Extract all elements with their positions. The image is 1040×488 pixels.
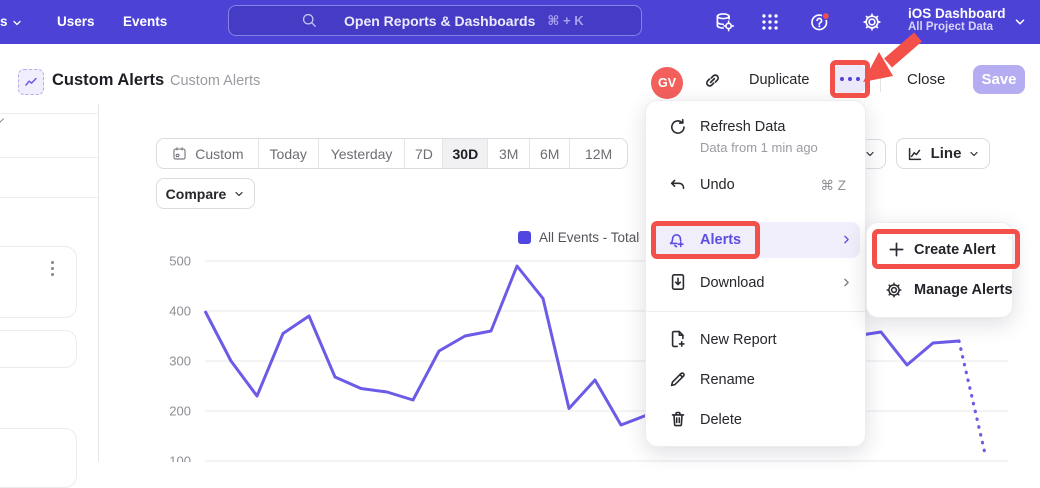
chevron-down-icon xyxy=(1013,15,1027,29)
nav-item-events[interactable]: Events xyxy=(123,0,167,44)
chevron-right-icon xyxy=(840,276,853,289)
menu-item-rename[interactable]: Rename xyxy=(700,372,755,388)
collapse-chevron-icon[interactable] xyxy=(0,116,9,130)
sidebar-separator xyxy=(0,197,98,198)
project-switcher[interactable]: iOS Dashboard All Project Data xyxy=(908,6,1008,34)
menu-item-refresh-data[interactable]: Refresh Data xyxy=(700,119,785,135)
date-range-option[interactable]: 12M xyxy=(570,139,627,168)
chevron-right-icon xyxy=(840,233,853,246)
menu-item-new-report[interactable]: New Report xyxy=(700,332,777,348)
date-range-option[interactable]: 7D xyxy=(405,139,443,168)
menu-item-download[interactable]: Download xyxy=(700,275,765,291)
close-button[interactable]: Close xyxy=(907,71,945,88)
duplicate-button[interactable]: Duplicate xyxy=(749,72,809,88)
search-shortcut: ⌘ + K xyxy=(547,13,583,29)
divider xyxy=(880,68,881,92)
line-chart-icon xyxy=(906,145,924,163)
project-name: iOS Dashboard xyxy=(908,6,1008,21)
search-icon xyxy=(301,12,318,29)
sidebar-card[interactable] xyxy=(0,428,77,488)
settings-gear-icon[interactable] xyxy=(861,11,883,33)
sidebar-card[interactable] xyxy=(0,246,77,318)
rename-pencil-icon xyxy=(668,369,688,389)
apps-grid-icon[interactable] xyxy=(759,11,781,33)
gear-icon xyxy=(884,280,904,300)
chart-legend[interactable]: All Events - Total xyxy=(518,230,639,245)
delete-trash-icon xyxy=(668,409,688,429)
search-placeholder: Open Reports & Dashboards xyxy=(344,13,535,29)
chevron-down-icon xyxy=(11,17,23,29)
copy-link-icon[interactable] xyxy=(702,70,723,91)
nav-item-partial[interactable]: s xyxy=(0,0,8,44)
plus-icon xyxy=(887,240,906,259)
calendar-icon xyxy=(171,145,188,162)
date-range-selector: Custom Today Yesterday 7D 30D 3M 6M 12M xyxy=(156,138,628,169)
sidebar-divider xyxy=(98,104,99,462)
date-range-option[interactable]: Today xyxy=(259,139,319,168)
svg-text:400: 400 xyxy=(169,304,191,319)
menu-item-refresh-subtext: Data from 1 min ago xyxy=(700,140,818,155)
date-range-option[interactable]: Custom xyxy=(157,139,259,168)
page-title: Custom Alerts xyxy=(52,71,164,90)
menu-item-undo[interactable]: Undo xyxy=(700,177,735,193)
alerts-bell-icon xyxy=(666,230,686,250)
chart-type-button[interactable]: Line xyxy=(896,138,990,169)
submenu-item-create-alert[interactable]: Create Alert xyxy=(914,242,996,258)
more-options-button[interactable] xyxy=(835,64,865,93)
report-icon xyxy=(18,69,44,95)
date-range-option[interactable]: 30D xyxy=(443,139,488,168)
svg-text:100: 100 xyxy=(169,454,191,463)
legend-swatch xyxy=(518,231,531,244)
menu-divider xyxy=(645,311,866,312)
date-range-option[interactable]: 3M xyxy=(488,139,530,168)
nav-item-users[interactable]: Users xyxy=(57,0,95,44)
new-report-icon xyxy=(668,329,688,349)
compare-button[interactable]: Compare xyxy=(156,178,255,209)
svg-text:300: 300 xyxy=(169,354,191,369)
data-management-icon[interactable] xyxy=(713,11,735,33)
avatar[interactable]: GV xyxy=(651,67,683,99)
global-search-input[interactable]: Open Reports & Dashboards ⌘ + K xyxy=(228,5,642,36)
menu-item-delete[interactable]: Delete xyxy=(700,412,742,428)
submenu-item-manage-alerts[interactable]: Manage Alerts xyxy=(914,282,1013,298)
breadcrumb: Custom Alerts xyxy=(170,73,260,89)
download-icon xyxy=(668,272,688,292)
date-range-option[interactable]: 6M xyxy=(530,139,570,168)
svg-text:200: 200 xyxy=(169,404,191,419)
date-range-option[interactable]: Yesterday xyxy=(319,139,406,168)
chevron-down-icon xyxy=(233,188,245,200)
card-kebab-menu-icon[interactable] xyxy=(51,261,54,276)
refresh-icon xyxy=(668,117,688,137)
menu-item-alerts[interactable]: Alerts xyxy=(700,232,741,248)
sidebar-card[interactable] xyxy=(0,330,77,368)
help-icon[interactable] xyxy=(809,11,831,33)
sidebar-separator xyxy=(0,157,98,158)
undo-shortcut: ⌘ Z xyxy=(790,178,846,194)
sidebar-separator xyxy=(0,113,98,114)
undo-icon xyxy=(668,175,688,195)
project-scope: All Project Data xyxy=(908,21,1008,34)
save-button[interactable]: Save xyxy=(973,65,1025,94)
chevron-down-icon xyxy=(968,148,980,160)
alerts-submenu xyxy=(866,222,1013,318)
top-navbar: s Users Events Open Reports & Dashboards… xyxy=(0,0,1040,44)
legend-label: All Events - Total xyxy=(539,230,639,245)
svg-text:500: 500 xyxy=(169,254,191,269)
